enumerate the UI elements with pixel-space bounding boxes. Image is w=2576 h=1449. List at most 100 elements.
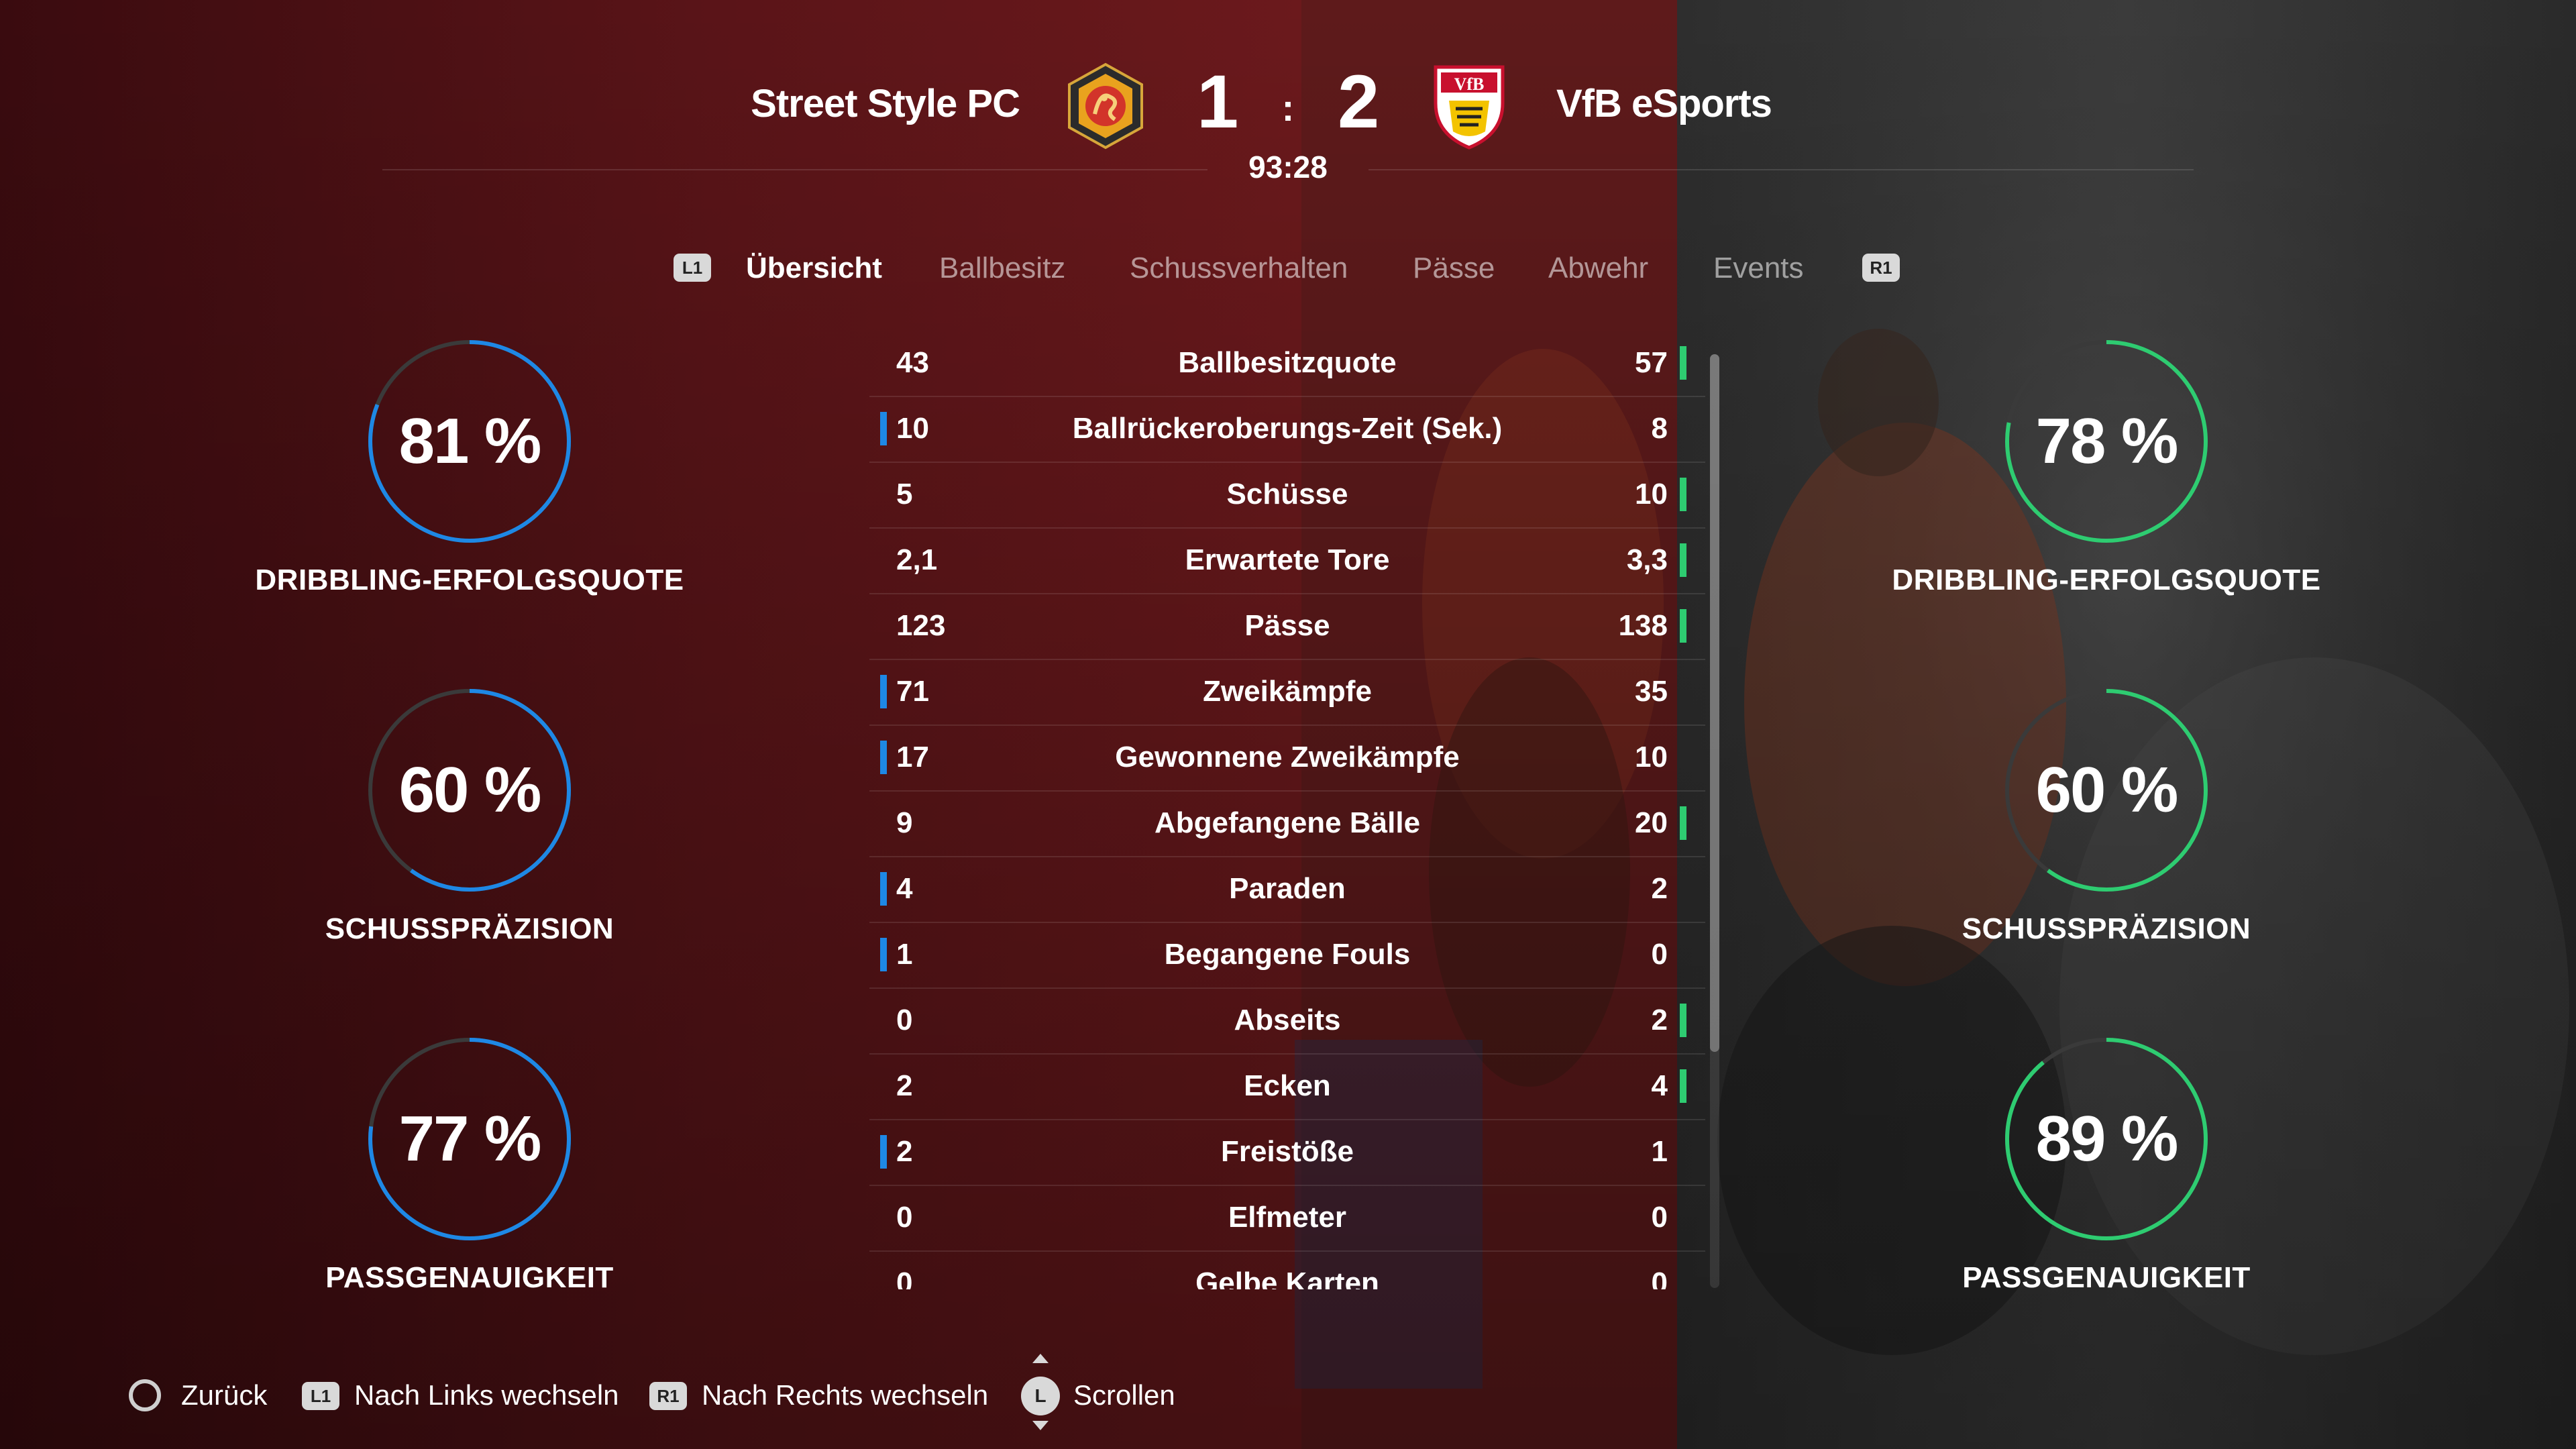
home-leader-bar	[880, 675, 887, 708]
tab-ballbesitz[interactable]: Ballbesitz	[939, 248, 1065, 288]
home-leader-bar	[880, 412, 887, 445]
ring-label: SCHUSSPRÄZISION	[325, 912, 614, 945]
home-stat-value: 43	[896, 346, 929, 379]
ring-value: 78 %	[2035, 405, 2179, 477]
home-stat-value: 17	[896, 741, 929, 773]
home-stat-value: 10	[896, 412, 929, 445]
stat-row: 43 Ballbesitzquote 57	[869, 330, 1705, 397]
hint-label: Nach Rechts wechseln	[702, 1379, 989, 1411]
stat-name: Gewonnene Zweikämpfe	[1115, 741, 1460, 773]
away-dribbling-ring: 78 % DRIBBLING-ERFOLGSQUOTE	[1872, 334, 2341, 643]
home-pass-accuracy-ring: 77 % PASSGENAUIGKEIT	[235, 1032, 704, 1340]
home-stat-value: 9	[896, 806, 913, 839]
home-stat-value: 0	[896, 1267, 913, 1289]
home-leader-bar	[880, 741, 887, 774]
next-tab-hint[interactable]: R1 Nach Rechts wechseln	[649, 1362, 988, 1429]
home-leader-bar	[880, 872, 887, 906]
circle-button-icon	[129, 1379, 161, 1411]
stat-row: 10 Ballrückeroberungs-Zeit (Sek.) 8	[869, 396, 1705, 463]
stats-scrollbar[interactable]	[1710, 354, 1719, 1288]
stat-name: Abseits	[1234, 1004, 1341, 1036]
away-pass-accuracy-ring: 89 % PASSGENAUIGKEIT	[1872, 1032, 2341, 1340]
home-shot-accuracy-ring: 60 % SCHUSSPRÄZISION	[235, 683, 704, 991]
away-stat-value: 0	[1651, 938, 1668, 971]
r1-button-icon[interactable]: R1	[1862, 254, 1900, 282]
stat-name: Begangene Fouls	[1164, 938, 1411, 971]
stick-up-arrow-icon	[1032, 1354, 1049, 1363]
scrollbar-thumb[interactable]	[1710, 354, 1719, 1052]
scroll-hint[interactable]: L Scrollen	[1021, 1354, 1175, 1430]
away-stat-value: 10	[1635, 741, 1668, 773]
stat-name: Paraden	[1229, 872, 1346, 905]
ring-value: 60 %	[2035, 754, 2179, 826]
score-separator: :	[1281, 87, 1295, 129]
home-stat-value: 5	[896, 478, 913, 511]
ring-label: SCHUSSPRÄZISION	[1962, 912, 2251, 945]
svg-text:VfB: VfB	[1454, 74, 1485, 94]
home-team-name: Street Style PC	[751, 82, 1020, 125]
away-stat-value: 57	[1635, 346, 1668, 379]
home-stat-value: 0	[896, 1201, 913, 1234]
ring-value: 77 %	[398, 1103, 542, 1175]
header-divider-left	[382, 169, 1208, 170]
home-dribbling-ring: 81 % DRIBBLING-ERFOLGSQUOTE	[235, 334, 704, 643]
stat-name: Abgefangene Bälle	[1154, 806, 1421, 839]
away-leader-bar	[1680, 543, 1686, 577]
hint-label: Scrollen	[1073, 1379, 1175, 1411]
stat-row: 0 Abseits 2	[869, 987, 1705, 1055]
stat-row: 5 Schüsse 10	[869, 462, 1705, 529]
home-stat-value: 1	[896, 938, 913, 971]
ring-value: 60 %	[398, 754, 542, 826]
stat-name: Zweikämpfe	[1203, 675, 1372, 708]
stat-name: Ballbesitzquote	[1178, 346, 1397, 379]
home-score: 1	[1197, 60, 1239, 144]
stat-name: Gelbe Karten	[1195, 1267, 1379, 1289]
tab-abwehr[interactable]: Abwehr	[1548, 248, 1648, 288]
stat-name: Pässe	[1244, 609, 1330, 642]
stat-row: 1 Begangene Fouls 0	[869, 922, 1705, 989]
away-leader-bar	[1680, 609, 1686, 643]
stats-tab-bar: L1 Übersicht Ballbesitz Schussverhalten …	[0, 241, 2576, 295]
away-leader-bar	[1680, 346, 1686, 380]
away-stat-value: 1	[1651, 1135, 1668, 1168]
hint-label: Zurück	[181, 1379, 268, 1411]
away-leader-bar	[1680, 1069, 1686, 1103]
away-leader-bar	[1680, 806, 1686, 840]
away-team-name: VfB eSports	[1556, 82, 1772, 125]
ring-label: DRIBBLING-ERFOLGSQUOTE	[255, 564, 684, 596]
stat-row: 123 Pässe 138	[869, 593, 1705, 660]
away-leader-bar	[1680, 478, 1686, 511]
tab-paesse[interactable]: Pässe	[1413, 248, 1495, 288]
dragon-crest-icon	[1068, 62, 1143, 150]
tab-schussverhalten[interactable]: Schussverhalten	[1130, 248, 1348, 288]
l1-button-icon[interactable]: L1	[674, 254, 711, 282]
away-stat-value: 2	[1651, 1004, 1668, 1036]
stat-row: 0 Elfmeter 0	[869, 1185, 1705, 1252]
stat-row: 71 Zweikämpfe 35	[869, 659, 1705, 726]
away-stat-value: 0	[1651, 1267, 1668, 1289]
away-leader-bar	[1680, 1004, 1686, 1037]
away-shot-accuracy-ring: 60 % SCHUSSPRÄZISION	[1872, 683, 2341, 991]
header-divider-right	[1368, 169, 2194, 170]
away-stat-value: 4	[1651, 1069, 1668, 1102]
stat-row: 0 Gelbe Karten 0	[869, 1250, 1705, 1289]
away-stat-value: 2	[1651, 872, 1668, 905]
stat-name: Freistöße	[1220, 1135, 1354, 1168]
prev-tab-hint[interactable]: L1 Nach Links wechseln	[302, 1362, 619, 1429]
stat-row: 9 Abgefangene Bälle 20	[869, 790, 1705, 857]
home-leader-bar	[880, 1135, 887, 1169]
tab-uebersicht[interactable]: Übersicht	[746, 248, 882, 288]
away-score: 2	[1338, 60, 1380, 144]
button-hints: Zurück L1 Nach Links wechseln R1 Nach Re…	[0, 1354, 2576, 1430]
match-clock: 93:28	[1248, 150, 1328, 184]
left-stick-icon: L	[1021, 1377, 1060, 1415]
l1-button-icon: L1	[302, 1382, 339, 1410]
stats-table[interactable]: 43 Ballbesitzquote 57 10 Ballrückeroberungs-…	[869, 330, 1705, 1289]
away-stat-value: 138	[1618, 609, 1668, 642]
away-stat-value: 10	[1635, 478, 1668, 511]
back-hint[interactable]: Zurück	[129, 1362, 267, 1429]
r1-button-icon: R1	[649, 1382, 687, 1410]
home-stat-value: 2	[896, 1069, 913, 1102]
tab-events[interactable]: Events	[1713, 248, 1804, 288]
home-stat-value: 71	[896, 675, 929, 708]
